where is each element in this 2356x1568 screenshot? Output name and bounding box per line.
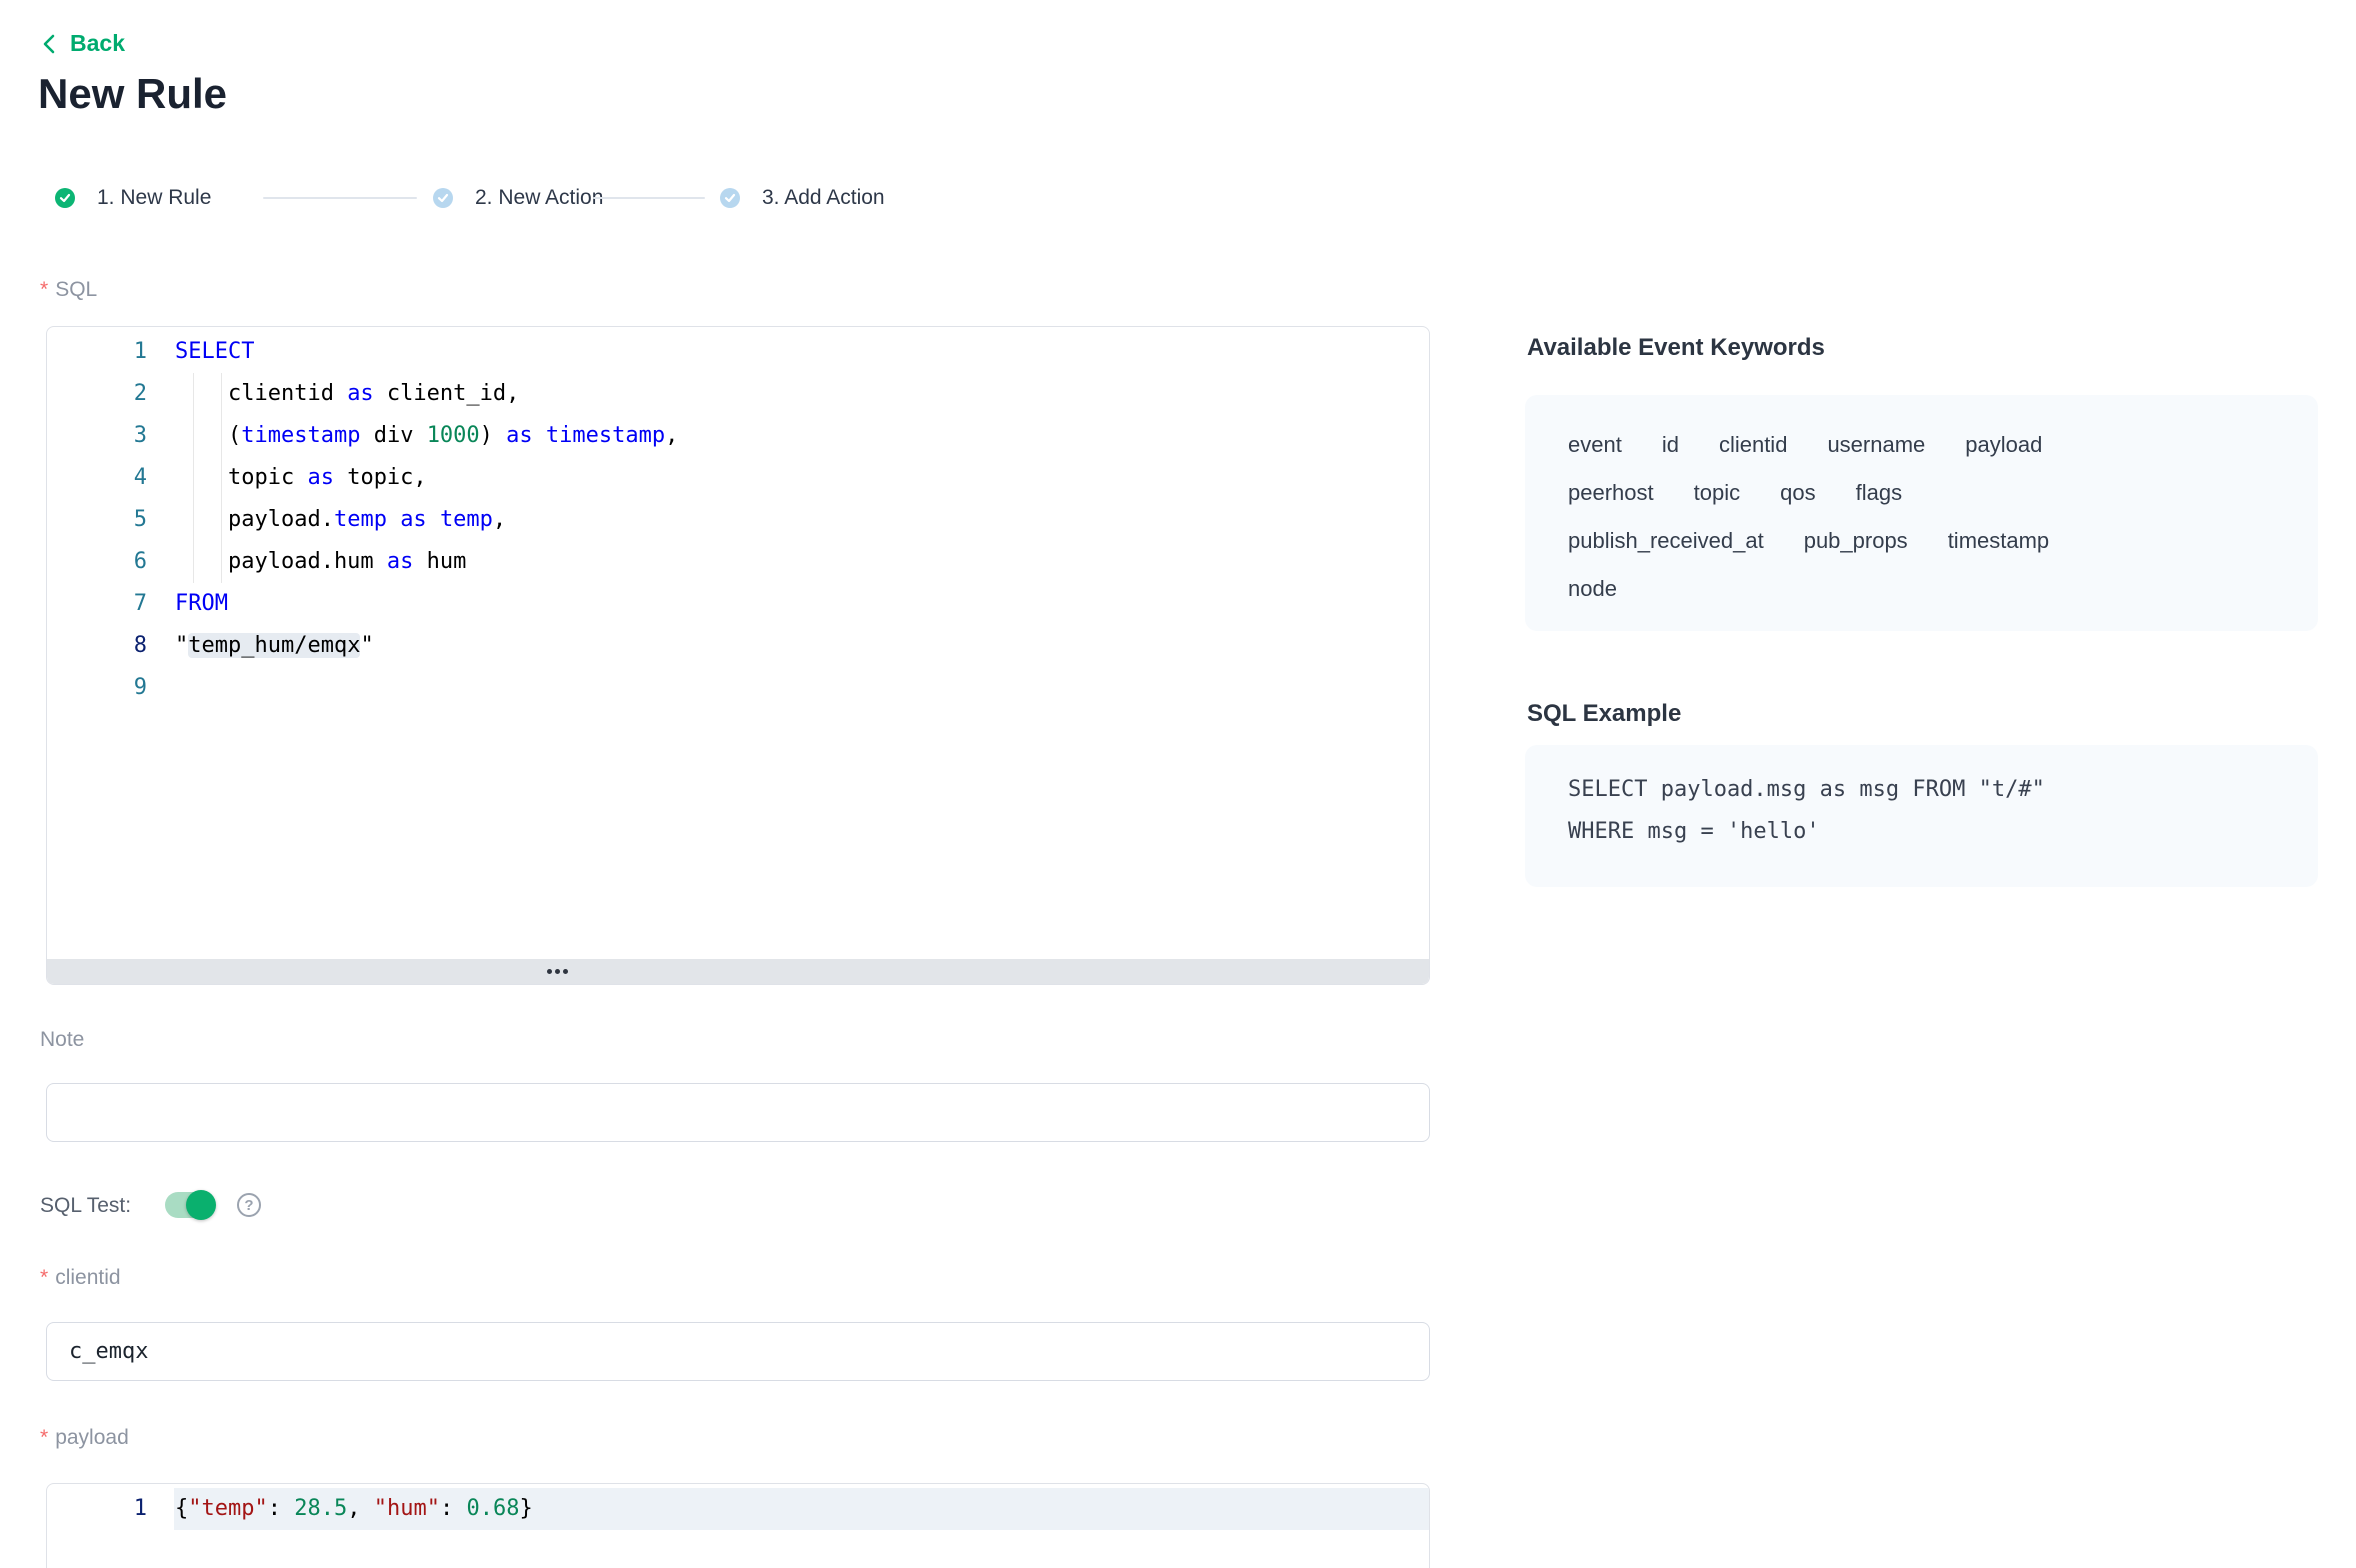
required-asterisk: * xyxy=(40,1266,48,1289)
payload-field-label: *payload xyxy=(40,1426,129,1450)
check-circle-icon xyxy=(55,188,75,208)
new-rule-page: Back New Rule 1. New Rule 2. New Action … xyxy=(0,0,2356,1568)
drag-dots-icon xyxy=(547,969,568,974)
line-number: 1 xyxy=(47,331,174,373)
line-number: 7 xyxy=(47,583,174,625)
indent-guide xyxy=(193,373,194,583)
code-text xyxy=(174,667,1429,709)
indent-guide xyxy=(221,373,222,583)
event-keyword: clientid xyxy=(1719,421,1787,469)
payload-code-lines[interactable]: 1{"temp": 28.5, "hum": 0.68} xyxy=(47,1488,1429,1530)
line-number: 4 xyxy=(47,457,174,499)
event-keyword: event xyxy=(1568,421,1622,469)
chevron-left-icon xyxy=(40,33,58,55)
event-keyword: timestamp xyxy=(1948,517,2049,565)
required-asterisk: * xyxy=(40,1426,48,1449)
code-line[interactable]: 1{"temp": 28.5, "hum": 0.68} xyxy=(47,1488,1429,1530)
step-3-add-action[interactable]: 3. Add Action xyxy=(720,186,885,210)
code-line[interactable]: 2 clientid as client_id, xyxy=(47,373,1429,415)
note-input[interactable] xyxy=(46,1083,1430,1142)
keyword-row: peerhost topic qos flags xyxy=(1568,469,2275,517)
line-number: 2 xyxy=(47,373,174,415)
help-icon[interactable]: ? xyxy=(237,1193,261,1217)
step-2-new-action[interactable]: 2. New Action xyxy=(433,186,603,210)
sql-code-lines[interactable]: 1SELECT2 clientid as client_id,3 (timest… xyxy=(47,331,1429,709)
step-label: 1. New Rule xyxy=(97,186,211,210)
event-keyword: username xyxy=(1827,421,1925,469)
sql-example-line: SELECT payload.msg as msg FROM "t/#" xyxy=(1568,769,2275,811)
page-title: New Rule xyxy=(38,70,227,118)
sql-code-editor[interactable]: 1SELECT2 clientid as client_id,3 (timest… xyxy=(46,326,1430,985)
step-label: 2. New Action xyxy=(475,186,603,210)
step-separator xyxy=(263,197,417,199)
event-keyword: qos xyxy=(1780,469,1815,517)
code-text: payload.hum as hum xyxy=(174,541,1429,583)
line-number: 5 xyxy=(47,499,174,541)
code-text: (timestamp div 1000) as timestamp, xyxy=(174,415,1429,457)
event-keywords-panel: eventid clientid username payload peerhost to… xyxy=(1525,395,2318,631)
clientid-input[interactable] xyxy=(46,1322,1430,1381)
code-line[interactable]: 7FROM xyxy=(47,583,1429,625)
event-keyword: flags xyxy=(1856,469,1902,517)
event-keyword: publish_received_at xyxy=(1568,517,1764,565)
sql-field-label: *SQL xyxy=(40,278,97,302)
code-text: payload.temp as temp, xyxy=(174,499,1429,541)
code-text: "temp_hum/emqx" xyxy=(174,625,1429,667)
line-number: 8 xyxy=(47,625,174,667)
code-line[interactable]: 9 xyxy=(47,667,1429,709)
step-label: 3. Add Action xyxy=(762,186,885,210)
sql-example-title: SQL Example xyxy=(1527,700,1681,728)
available-event-keywords-title: Available Event Keywords xyxy=(1527,334,1825,362)
code-text: clientid as client_id, xyxy=(174,373,1429,415)
check-circle-icon xyxy=(720,188,740,208)
back-label: Back xyxy=(70,30,125,57)
sql-test-label: SQL Test: xyxy=(40,1194,131,1218)
code-text: {"temp": 28.5, "hum": 0.68} xyxy=(174,1488,1429,1530)
line-number: 3 xyxy=(47,415,174,457)
code-line[interactable]: 6 payload.hum as hum xyxy=(47,541,1429,583)
code-text: SELECT xyxy=(174,331,1429,373)
code-line[interactable]: 3 (timestamp div 1000) as timestamp, xyxy=(47,415,1429,457)
event-keyword: node xyxy=(1568,565,1617,613)
code-line[interactable]: 5 payload.temp as temp, xyxy=(47,499,1429,541)
note-field-label: Note xyxy=(40,1028,84,1052)
event-keyword: id xyxy=(1662,421,1679,469)
required-asterisk: * xyxy=(40,278,48,301)
keyword-row: publish_received_at pub_props timestamp xyxy=(1568,517,2275,565)
code-line[interactable]: 8"temp_hum/emqx" xyxy=(47,625,1429,667)
line-number: 1 xyxy=(47,1488,174,1530)
step-separator xyxy=(593,197,705,199)
sql-example-line: WHERE msg = 'hello' xyxy=(1568,811,2275,853)
sql-test-toggle[interactable] xyxy=(165,1192,213,1218)
step-1-new-rule[interactable]: 1. New Rule xyxy=(55,186,211,210)
keyword-row: node xyxy=(1568,565,2275,613)
check-circle-icon xyxy=(433,188,453,208)
event-keyword: payload xyxy=(1965,421,2042,469)
event-keyword: pub_props xyxy=(1804,517,1908,565)
back-link[interactable]: Back xyxy=(40,30,125,57)
code-text: FROM xyxy=(174,583,1429,625)
keyword-row: eventid clientid username payload xyxy=(1568,421,2275,469)
clientid-field-label: *clientid xyxy=(40,1266,121,1290)
toggle-knob xyxy=(186,1190,216,1220)
event-keyword: topic xyxy=(1694,469,1740,517)
code-text: topic as topic, xyxy=(174,457,1429,499)
event-keyword: peerhost xyxy=(1568,469,1654,517)
line-number: 9 xyxy=(47,667,174,709)
code-line[interactable]: 4 topic as topic, xyxy=(47,457,1429,499)
line-number: 6 xyxy=(47,541,174,583)
payload-code-editor[interactable]: 1{"temp": 28.5, "hum": 0.68} xyxy=(46,1483,1430,1568)
code-line[interactable]: 1SELECT xyxy=(47,331,1429,373)
sql-example-panel: SELECT payload.msg as msg FROM "t/#"WHER… xyxy=(1525,745,2318,887)
editor-resize-handle[interactable] xyxy=(47,959,1429,984)
